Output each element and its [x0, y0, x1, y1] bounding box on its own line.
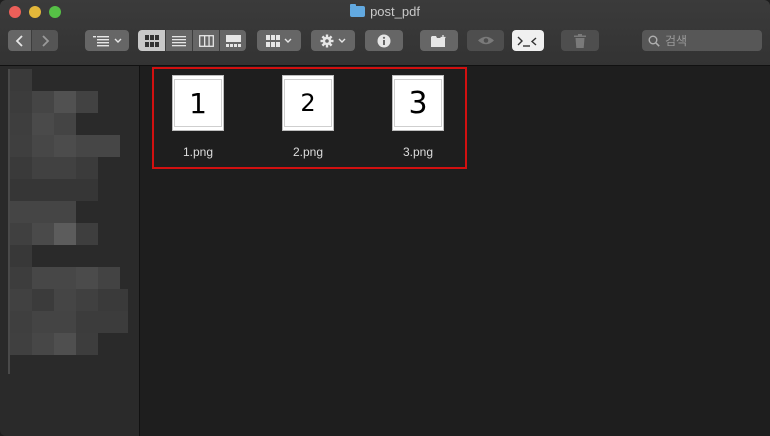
move-to-trash-button[interactable] [561, 30, 599, 51]
grid-view-icon [144, 34, 159, 47]
file-item-1[interactable]: 1 1.png [158, 75, 238, 159]
obscured-block [54, 91, 76, 113]
titlebar: post_pdf 검색 [0, 0, 770, 66]
chevron-down-icon [338, 38, 346, 43]
search-placeholder: 검색 [665, 34, 688, 48]
file-thumbnail: 1 [172, 75, 224, 131]
sidebar [0, 66, 140, 436]
obscured-block [32, 289, 54, 311]
obscured-block [32, 157, 76, 179]
column-view-icon [198, 34, 214, 47]
obscured-block [32, 333, 54, 355]
nav-buttons [8, 30, 58, 51]
obscured-block [10, 267, 32, 289]
action-button[interactable] [311, 30, 355, 51]
obscured-block [76, 157, 98, 179]
obscured-block [54, 113, 76, 135]
obscured-block [10, 311, 32, 333]
trash-icon [574, 33, 586, 48]
file-item-3[interactable]: 3 3.png [378, 75, 458, 159]
thumbnail-number: 3 [394, 79, 442, 127]
window-title-text: post_pdf [370, 4, 420, 19]
obscured-block [54, 223, 76, 245]
obscured-block [10, 201, 76, 223]
thumbnail-number: 2 [284, 79, 332, 127]
file-name: 2.png [292, 145, 324, 159]
window-title: post_pdf [0, 3, 770, 21]
file-name: 1.png [182, 145, 214, 159]
obscured-block [10, 157, 32, 179]
obscured-block [54, 289, 76, 311]
list-group-icon [92, 35, 109, 46]
obscured-block [32, 223, 54, 245]
obscured-block [32, 267, 76, 289]
obscured-block [76, 289, 98, 311]
obscured-block [54, 135, 76, 157]
chevron-down-icon [284, 38, 292, 43]
eye-icon [477, 36, 494, 45]
obscured-block [76, 91, 98, 113]
file-item-2[interactable]: 2 2.png [268, 75, 348, 159]
terminal-icon [517, 36, 537, 47]
obscured-block [76, 311, 128, 333]
list-view-icon [172, 35, 186, 46]
search-field[interactable]: 검색 [642, 30, 762, 51]
back-button[interactable] [8, 30, 32, 51]
forward-button[interactable] [32, 30, 58, 51]
obscured-block [98, 289, 128, 311]
quick-look-button[interactable] [467, 30, 504, 51]
file-thumbnail: 2 [282, 75, 334, 131]
obscured-block [76, 223, 98, 245]
chevron-down-icon [114, 38, 121, 43]
column-view-button[interactable] [193, 30, 220, 51]
arrange-button[interactable] [257, 30, 301, 51]
obscured-block [76, 333, 98, 355]
group-by-button[interactable] [85, 30, 129, 51]
obscured-block [76, 135, 120, 157]
file-name: 3.png [402, 145, 434, 159]
obscured-block [32, 113, 54, 135]
obscured-block [10, 333, 32, 355]
search-icon [648, 35, 660, 47]
gear-icon [320, 34, 334, 47]
obscured-block [32, 135, 54, 157]
icon-view-button[interactable] [138, 30, 166, 51]
arrange-icon [266, 34, 280, 47]
gallery-view-icon [225, 34, 241, 47]
thumbnail-number: 1 [174, 79, 222, 127]
list-view-button[interactable] [166, 30, 193, 51]
chevron-right-icon [42, 34, 50, 47]
obscured-block [10, 91, 32, 113]
open-terminal-button[interactable] [512, 30, 544, 51]
file-thumbnail: 3 [392, 75, 444, 131]
gallery-view-button[interactable] [220, 30, 246, 51]
obscured-block [10, 113, 32, 135]
obscured-block [54, 333, 76, 355]
finder-window: post_pdf 검색 1 1.png 2 2.png 3 3.png [0, 0, 770, 436]
get-info-button[interactable] [365, 30, 403, 51]
new-folder-button[interactable] [420, 30, 458, 51]
obscured-block [98, 267, 120, 289]
new-folder-icon [431, 34, 446, 47]
obscured-block [10, 135, 32, 157]
obscured-block [10, 179, 98, 201]
view-mode-segment [138, 30, 246, 51]
obscured-block [10, 69, 32, 91]
folder-icon [350, 4, 366, 17]
obscured-block [32, 311, 76, 333]
obscured-block [32, 91, 54, 113]
obscured-block [76, 267, 98, 289]
obscured-block [10, 289, 32, 311]
chevron-left-icon [15, 34, 23, 47]
obscured-block [10, 245, 32, 267]
obscured-block [10, 223, 32, 245]
info-icon [377, 34, 391, 47]
